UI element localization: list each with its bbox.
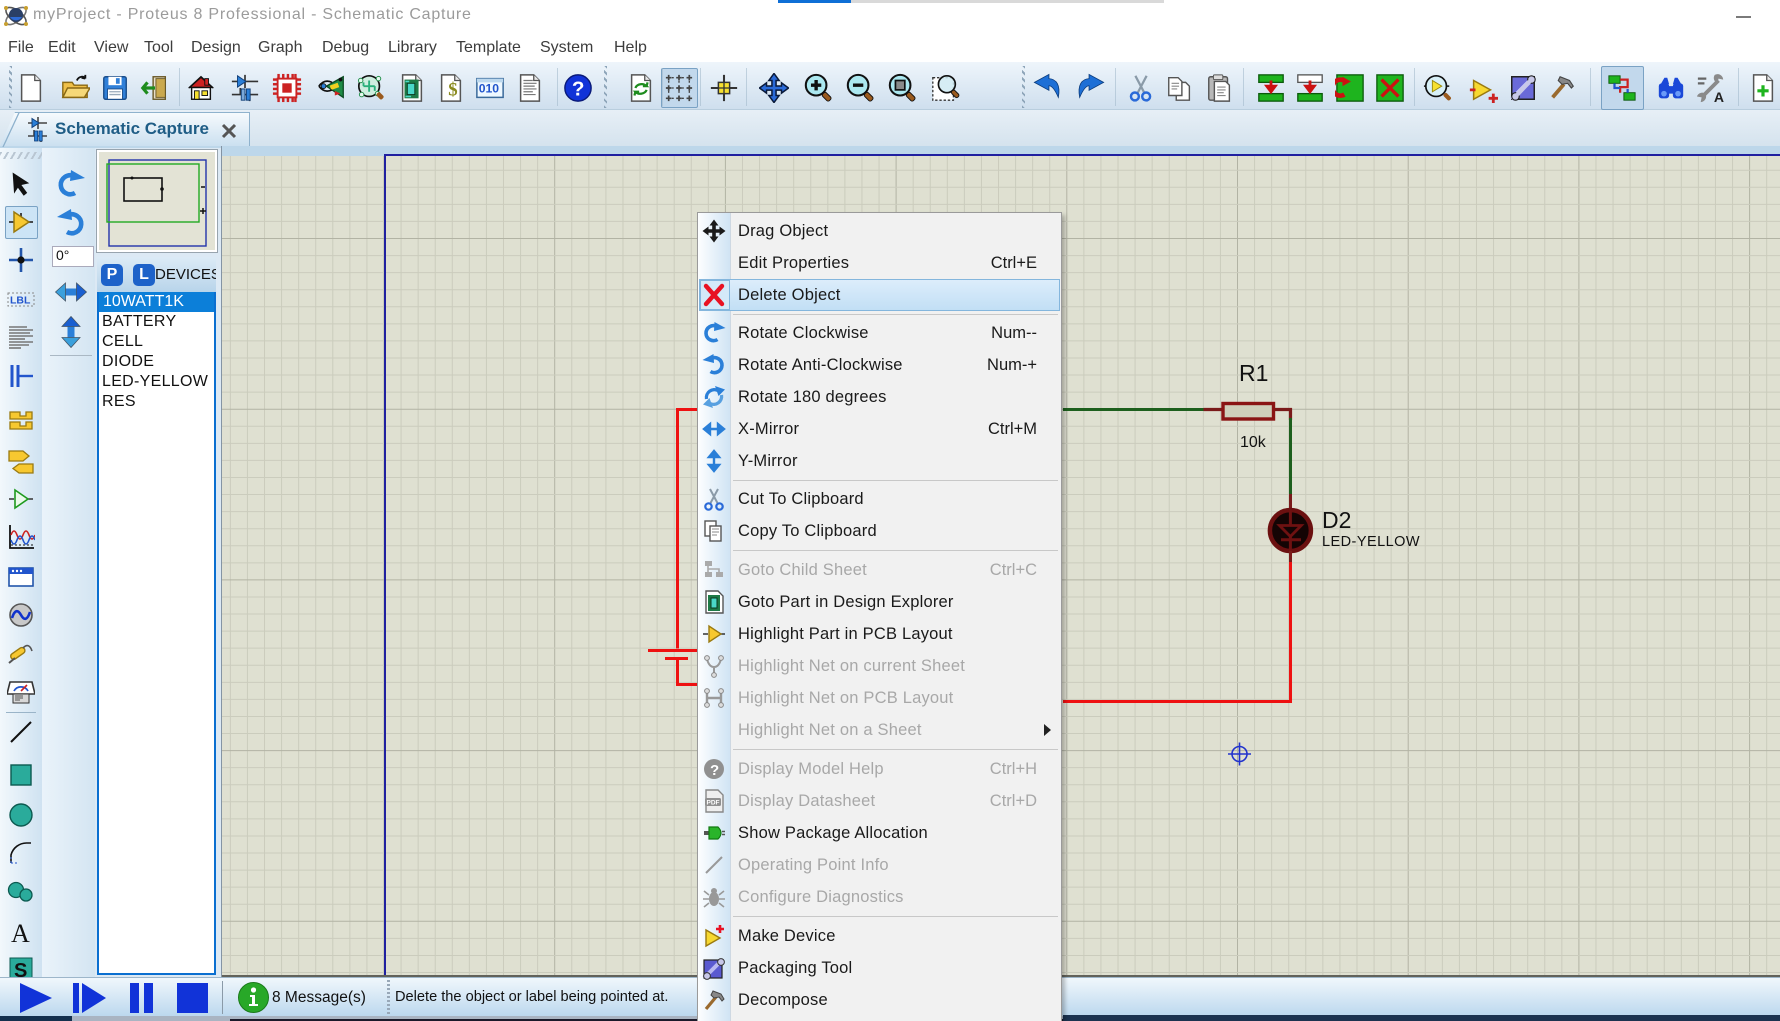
svg-text:?: ? — [572, 78, 585, 101]
svg-text:?: ? — [710, 762, 719, 779]
svg-text:010: 010 — [479, 82, 500, 96]
svg-text:PDF: PDF — [707, 800, 720, 807]
svg-text:A: A — [1714, 89, 1724, 103]
svg-text:A: A — [11, 919, 30, 946]
svg-text:$: $ — [448, 80, 457, 101]
svg-text:LBL: LBL — [10, 295, 31, 307]
